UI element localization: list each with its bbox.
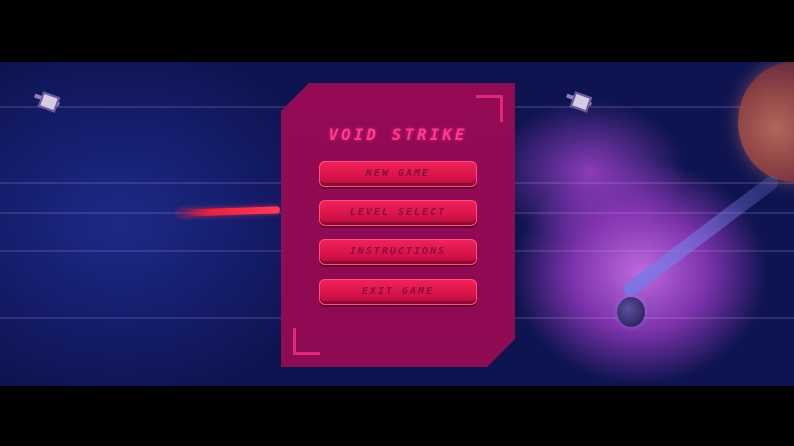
- corner-bracket: [476, 95, 503, 122]
- comet-trail: [620, 173, 781, 299]
- comet: [617, 297, 645, 327]
- instructions-button[interactable]: INSTRUCTIONS: [319, 239, 477, 265]
- enemy-ship-icon: [566, 88, 593, 113]
- game-title: VOID STRIKE: [328, 125, 468, 144]
- main-menu-panel: VOID STRIKE NEW GAME LEVEL SELECT INSTRU…: [281, 83, 515, 367]
- level-select-button[interactable]: LEVEL SELECT: [319, 200, 477, 226]
- planet: [738, 62, 794, 182]
- enemy-ship-icon: [34, 88, 61, 113]
- laser-beam: [177, 206, 281, 217]
- letterbox-bottom: [0, 386, 794, 446]
- new-game-button[interactable]: NEW GAME: [319, 161, 477, 187]
- corner-bracket: [293, 328, 320, 355]
- exit-game-button[interactable]: EXIT GAME: [319, 279, 477, 305]
- letterbox-top: [0, 0, 794, 62]
